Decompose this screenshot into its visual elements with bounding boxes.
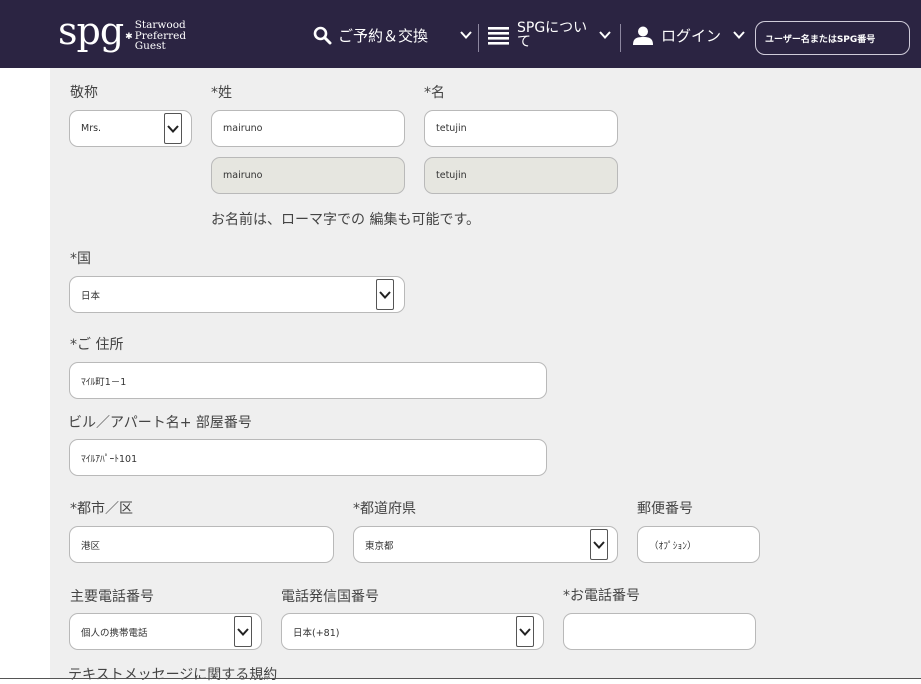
registration-form: 敬称 *姓 *名 Mrs. mairuno tetujin mairuno te… bbox=[50, 68, 921, 683]
nav-login[interactable]: ログイン bbox=[633, 18, 745, 52]
address-value: ﾏｲﾙ町1－1 bbox=[81, 376, 127, 388]
nav-divider bbox=[478, 24, 479, 52]
last-name-romaji-value: mairuno bbox=[223, 170, 263, 181]
logo-star-icon: ✱ bbox=[125, 32, 133, 42]
menu-icon bbox=[488, 26, 509, 45]
prefecture-select[interactable]: 東京都 bbox=[353, 526, 618, 563]
phone-type-value: 個人の携帯電話 bbox=[81, 627, 148, 639]
username-input[interactable]: ユーザー名またはSPG番号 bbox=[755, 21, 910, 55]
address-input[interactable]: ﾏｲﾙ町1－1 bbox=[69, 362, 547, 399]
phone-type-select[interactable]: 個人の携帯電話 bbox=[69, 613, 262, 650]
site-header: spg ✱ Starwood Preferred Guest ご予約＆交換 SP… bbox=[0, 0, 921, 68]
postal-label: 郵便番号 bbox=[637, 501, 693, 517]
prefecture-label: *都道府県 bbox=[353, 501, 416, 517]
phone-input[interactable] bbox=[563, 613, 756, 650]
prefecture-value: 東京都 bbox=[365, 540, 394, 552]
last-name-value: mairuno bbox=[223, 123, 263, 134]
chevron-down-icon[interactable] bbox=[516, 616, 534, 647]
country-code-label: 電話発信国番号 bbox=[281, 589, 379, 605]
building-input[interactable]: ﾏｲﾙｱﾊﾟｰﾄ101 bbox=[69, 439, 547, 476]
address-label: *ご 住所 bbox=[70, 337, 124, 353]
salutation-label: 敬称 bbox=[70, 85, 98, 101]
city-input[interactable]: 港区 bbox=[69, 526, 334, 563]
first-name-input[interactable]: tetujin bbox=[424, 110, 618, 147]
country-code-select[interactable]: 日本(+81) bbox=[281, 613, 544, 650]
chevron-down-icon[interactable] bbox=[164, 113, 182, 144]
logo-mark: spg bbox=[58, 9, 124, 53]
postal-placeholder: （ｵﾌﾟｼｮﾝ） bbox=[649, 540, 697, 552]
first-name-romaji-field: tetujin bbox=[424, 157, 618, 194]
chevron-down-icon bbox=[599, 31, 611, 39]
country-select[interactable]: 日本 bbox=[69, 276, 405, 313]
country-value: 日本 bbox=[81, 290, 101, 302]
nav-about[interactable]: SPGについて bbox=[488, 18, 611, 52]
spg-logo[interactable]: spg ✱ Starwood Preferred Guest bbox=[58, 12, 186, 52]
search-icon bbox=[313, 26, 332, 45]
last-name-label: *姓 bbox=[211, 85, 232, 101]
city-label: *都市／区 bbox=[70, 501, 133, 517]
city-value: 港区 bbox=[81, 540, 101, 552]
first-name-label: *名 bbox=[424, 85, 445, 101]
logo-text: Starwood Preferred Guest bbox=[135, 20, 186, 52]
chevron-down-icon[interactable] bbox=[376, 279, 394, 310]
romaji-note: お名前は、ローマ字での 編集も可能です。 bbox=[211, 212, 481, 228]
postal-input[interactable]: （ｵﾌﾟｼｮﾝ） bbox=[637, 526, 760, 563]
username-placeholder: ユーザー名またはSPG番号 bbox=[765, 34, 876, 45]
building-label: ビル／アパート名+ 部屋番号 bbox=[68, 415, 252, 431]
last-name-input[interactable]: mairuno bbox=[211, 110, 405, 147]
nav-divider bbox=[620, 24, 621, 52]
first-name-value: tetujin bbox=[436, 123, 467, 134]
country-label: *国 bbox=[70, 251, 91, 267]
logo-line-1: Starwood bbox=[134, 19, 186, 31]
first-name-romaji-value: tetujin bbox=[436, 170, 467, 181]
country-code-value: 日本(+81) bbox=[293, 627, 340, 639]
building-value: ﾏｲﾙｱﾊﾟｰﾄ101 bbox=[81, 453, 138, 465]
chevron-down-icon[interactable] bbox=[590, 529, 608, 560]
last-name-romaji-field: mairuno bbox=[211, 157, 405, 194]
salutation-value: Mrs. bbox=[81, 123, 102, 134]
nav-booking-label: ご予約＆交換 bbox=[338, 26, 429, 45]
logo-line-3: Guest bbox=[134, 40, 166, 52]
chevron-down-icon[interactable] bbox=[234, 616, 252, 647]
nav-login-label: ログイン bbox=[661, 26, 722, 45]
phone-type-label: 主要電話番号 bbox=[70, 589, 154, 605]
nav-booking[interactable]: ご予約＆交換 bbox=[313, 18, 472, 52]
sms-terms-heading: テキストメッセージに関する規約 bbox=[68, 667, 278, 683]
nav-about-label: SPGについて bbox=[517, 20, 588, 50]
salutation-select[interactable]: Mrs. bbox=[69, 110, 192, 147]
chevron-down-icon bbox=[460, 31, 472, 39]
chevron-down-icon bbox=[733, 31, 745, 39]
user-icon bbox=[633, 26, 653, 45]
phone-label: *お電話番号 bbox=[563, 588, 640, 604]
